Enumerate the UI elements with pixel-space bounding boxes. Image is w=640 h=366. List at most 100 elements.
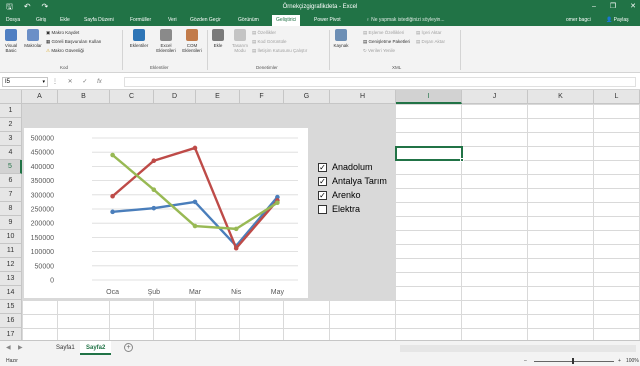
column-header-a[interactable]: A [22, 90, 58, 104]
user-name[interactable]: omer bagci [566, 16, 591, 24]
tab-review[interactable]: Gözden Geçir [188, 16, 223, 24]
formula-input[interactable] [124, 77, 636, 87]
tab-formulas[interactable]: Formüller [128, 16, 153, 24]
row-header-7[interactable]: 7 [0, 188, 22, 202]
column-header-i[interactable]: I [396, 90, 462, 104]
zoom-in-icon[interactable]: + [618, 357, 621, 365]
column-header-e[interactable]: E [196, 90, 240, 104]
row-header-17[interactable]: 17 [0, 328, 22, 340]
tab-page-layout[interactable]: Sayfa Düzeni [82, 16, 116, 24]
name-box[interactable]: I5 ▾ [2, 77, 48, 87]
series-checkbox-row[interactable]: ✓ Antalya Tarım [318, 175, 408, 189]
excel-addins-button[interactable]: Excel Eklentileri [154, 29, 178, 53]
tab-insert[interactable]: Ekle [58, 16, 72, 24]
view-code-button[interactable]: ▤ Kod Görüntüle [252, 39, 287, 45]
checkbox-checked-icon[interactable]: ✓ [318, 177, 327, 186]
row-header-15[interactable]: 15 [0, 300, 22, 314]
share-button[interactable]: 👤 Paylaş [606, 16, 629, 24]
record-macro-button[interactable]: ▣ Makro Kaydet [46, 30, 79, 36]
tab-view[interactable]: Görünüm [236, 16, 261, 24]
insert-control-button[interactable]: Ekle [210, 29, 226, 48]
tell-me-search[interactable]: ♀ Ne yapmak istediğinizi söyleyin... [366, 16, 445, 24]
macro-security-button[interactable]: ⚠ Makro Güvenliği [46, 48, 84, 54]
restore-icon[interactable]: ❐ [610, 1, 616, 12]
column-header-j[interactable]: J [462, 90, 528, 104]
y-tick-label: 0 [50, 278, 54, 285]
macros-button[interactable]: Makrolar [22, 29, 44, 48]
zoom-level[interactable]: 100% [626, 357, 639, 365]
excel-window: 🖫 ↶ ↷ Örnekçizgigrafikdeta - Excel – ❐ ✕… [0, 0, 640, 366]
tab-home[interactable]: Giriş [34, 16, 48, 24]
chart-plot-area[interactable]: 500000 450000 400000 350000 300000 250000 2000… [24, 128, 308, 298]
row-header-16[interactable]: 16 [0, 314, 22, 328]
row-header-9[interactable]: 9 [0, 216, 22, 230]
column-header-f[interactable]: F [240, 90, 284, 104]
row-header-12[interactable]: 12 [0, 258, 22, 272]
active-cell[interactable] [395, 146, 464, 162]
fx-icon[interactable]: fx [97, 79, 102, 85]
import-button[interactable]: ▤ İçeri Aktar [416, 30, 442, 36]
visual-basic-button[interactable]: Visual Basic [2, 29, 20, 53]
enter-icon[interactable]: ✓ [82, 79, 87, 85]
series-checkbox-row[interactable]: ✓ Arenko [318, 189, 408, 203]
zoom-out-icon[interactable]: – [524, 357, 527, 365]
row-header-4[interactable]: 4 [0, 146, 22, 160]
column-header-b[interactable]: B [58, 90, 110, 104]
xml-source-button[interactable]: Kaynak [331, 29, 351, 48]
checkbox-unchecked-icon[interactable] [318, 205, 327, 214]
map-properties-button[interactable]: ▤ Eşleme Özellikleri [363, 30, 404, 36]
add-sheet-icon[interactable]: + [124, 343, 133, 352]
fill-handle[interactable] [460, 158, 464, 162]
refresh-data-button[interactable]: ↻ Verileri Yenile [363, 48, 395, 54]
row-header-8[interactable]: 8 [0, 202, 22, 216]
row-header-13[interactable]: 13 [0, 272, 22, 286]
column-header-c[interactable]: C [110, 90, 154, 104]
addins-button[interactable]: Eklentiler [126, 29, 152, 48]
zoom-slider-thumb[interactable] [572, 358, 574, 364]
run-dialog-button[interactable]: ▤ İletişim Kutusunu Çalıştır [252, 48, 307, 54]
next-sheet-icon[interactable]: ▶ [18, 344, 23, 351]
row-header-11[interactable]: 11 [0, 244, 22, 258]
sheet-tab-2[interactable]: Sayfa2 [80, 341, 112, 355]
sheet-tab-1[interactable]: Sayfa1 [50, 341, 81, 355]
series-checkbox-row[interactable]: ✓ Anadolum [318, 161, 408, 175]
column-header-d[interactable]: D [154, 90, 196, 104]
checkbox-checked-icon[interactable]: ✓ [318, 191, 327, 200]
row-header-2[interactable]: 2 [0, 118, 22, 132]
relative-refs-button[interactable]: ▦ Göreli Başvuruları Kullan [46, 39, 101, 45]
design-mode-button[interactable]: Tasarım Modu [229, 29, 251, 53]
series-checkbox-row[interactable]: Elektra [318, 203, 408, 217]
com-addins-button[interactable]: COM Eklentileri [180, 29, 204, 53]
expansion-packs-button[interactable]: ▤ Genişletme Paketleri [363, 39, 410, 45]
tab-file[interactable]: Dosya [4, 16, 22, 24]
horizontal-scrollbar[interactable] [400, 345, 636, 352]
column-header-l[interactable]: L [594, 90, 640, 104]
ribbon: Visual Basic Makrolar ▣ Makro Kaydet ▦ G… [0, 26, 640, 73]
sheet-tabs-bar: ◀ ▶ Sayfa1 Sayfa2 + [0, 340, 640, 356]
row-header-1[interactable]: 1 [0, 104, 22, 118]
row-header-14[interactable]: 14 [0, 286, 22, 300]
column-header-g[interactable]: G [284, 90, 330, 104]
tab-power-pivot[interactable]: Power Pivot [312, 16, 343, 24]
column-header-h[interactable]: H [330, 90, 396, 104]
column-gridline [593, 104, 594, 340]
column-header-k[interactable]: K [528, 90, 594, 104]
close-icon[interactable]: ✕ [630, 1, 636, 12]
tab-developer[interactable]: Geliştirici [272, 15, 301, 26]
properties-button[interactable]: ▤ Özellikler [252, 30, 276, 36]
cancel-icon[interactable]: ✕ [68, 79, 73, 85]
prev-sheet-icon[interactable]: ◀ [6, 344, 11, 351]
row-header-6[interactable]: 6 [0, 174, 22, 188]
gear-icon [160, 29, 172, 41]
export-button[interactable]: ▤ Dışarı Aktar [416, 39, 445, 45]
group-addins-label: Eklentiler [150, 65, 169, 70]
zoom-slider[interactable] [534, 361, 614, 362]
minimize-icon[interactable]: – [592, 1, 596, 12]
select-all-corner[interactable] [0, 90, 22, 104]
chevron-down-icon[interactable]: ▾ [42, 78, 45, 86]
checkbox-checked-icon[interactable]: ✓ [318, 163, 327, 172]
tab-data[interactable]: Veri [166, 16, 179, 24]
row-header-10[interactable]: 10 [0, 230, 22, 244]
row-header-3[interactable]: 3 [0, 132, 22, 146]
row-header-5[interactable]: 5 [0, 160, 22, 174]
